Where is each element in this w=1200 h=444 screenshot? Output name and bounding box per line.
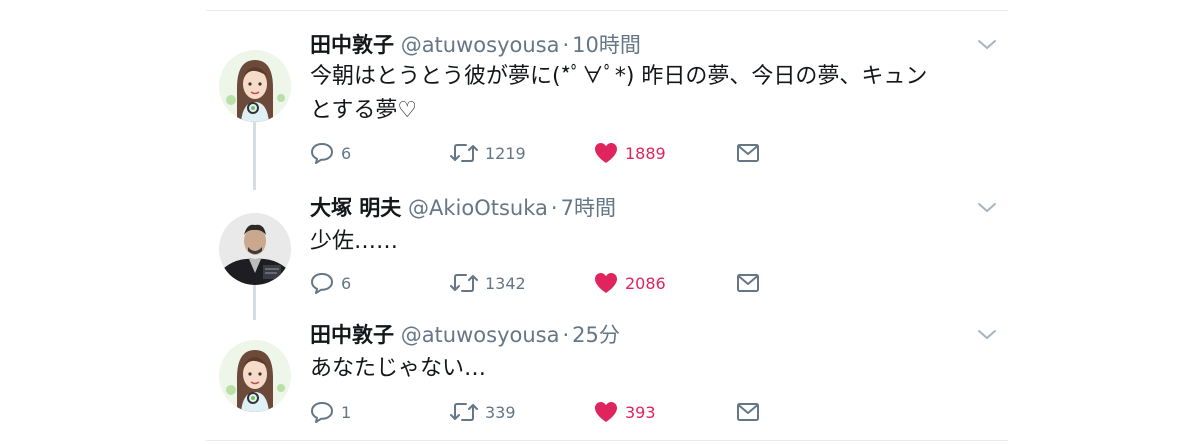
tweet-text-line: 今朝はとうとう彼が夢に(*ﾟ∀ﾟ*) 昨日の夢、今日の夢、キュン xyxy=(310,64,928,89)
reply-icon xyxy=(310,142,334,164)
handle[interactable]: @AkioOtsuka xyxy=(408,196,548,220)
reply-count: 6 xyxy=(341,273,352,293)
timestamp[interactable]: 10時間 xyxy=(572,33,641,57)
display-name[interactable]: 田中敦子 xyxy=(310,323,394,347)
retweet-count: 1219 xyxy=(485,143,526,163)
tweet-text-line: 少佐…… xyxy=(310,229,399,254)
tweet-text: 少佐…… xyxy=(310,225,990,259)
chevron-down-icon[interactable] xyxy=(976,328,998,342)
bottom-divider xyxy=(206,440,1008,441)
separator: · xyxy=(550,196,558,220)
retweet-button[interactable]: 339 xyxy=(450,399,516,425)
like-count: 393 xyxy=(625,402,656,422)
like-button[interactable]: 1889 xyxy=(594,140,666,166)
handle[interactable]: @atuwosyousa xyxy=(401,33,560,57)
like-count: 2086 xyxy=(625,273,666,293)
heart-icon xyxy=(594,142,618,164)
separator: · xyxy=(562,33,570,57)
display-name[interactable]: 大塚 明夫 xyxy=(310,196,401,220)
timestamp[interactable]: 7時間 xyxy=(561,196,616,220)
tweet-header: 田中敦子 @atuwosyousa · 25分 xyxy=(310,322,620,348)
reply-icon xyxy=(310,401,334,423)
tweet-actions: 6 1342 2086 xyxy=(310,270,770,296)
avatar[interactable] xyxy=(219,213,291,285)
heart-icon xyxy=(594,401,618,423)
tweet[interactable]: 大塚 明夫 @AkioOtsuka · 7時間 少佐…… 6 1342 2086 xyxy=(206,195,1008,295)
tweet-text: 今朝はとうとう彼が夢に(*ﾟ∀ﾟ*) 昨日の夢、今日の夢、キュン とする夢♡ xyxy=(310,60,990,128)
reply-button[interactable]: 6 xyxy=(310,140,351,166)
mail-icon xyxy=(736,143,760,163)
like-button[interactable]: 2086 xyxy=(594,270,666,296)
tweet-text: あなたじゃない… xyxy=(310,352,990,386)
reply-button[interactable]: 6 xyxy=(310,270,351,296)
retweet-icon xyxy=(450,142,478,164)
tweet[interactable]: 田中敦子 @atuwosyousa · 10時間 今朝はとうとう彼が夢に(*ﾟ∀ﾟ*… xyxy=(206,32,1008,172)
heart-icon xyxy=(594,272,618,294)
like-count: 1889 xyxy=(625,143,666,163)
timestamp[interactable]: 25分 xyxy=(572,323,620,347)
avatar[interactable] xyxy=(219,50,291,122)
reply-count: 6 xyxy=(341,143,352,163)
retweet-count: 339 xyxy=(485,402,516,422)
retweet-button[interactable]: 1219 xyxy=(450,140,526,166)
handle[interactable]: @atuwosyousa xyxy=(401,323,560,347)
mail-icon xyxy=(736,273,760,293)
display-name[interactable]: 田中敦子 xyxy=(310,33,394,57)
retweet-icon xyxy=(450,272,478,294)
chevron-down-icon[interactable] xyxy=(976,38,998,52)
tweet-text-line: あなたじゃない… xyxy=(310,356,487,381)
like-button[interactable]: 393 xyxy=(594,399,656,425)
direct-message-button[interactable] xyxy=(736,140,760,166)
separator: · xyxy=(562,323,570,347)
avatar[interactable] xyxy=(219,340,291,412)
tweet-actions: 1 339 393 xyxy=(310,399,770,425)
retweet-icon xyxy=(450,401,478,423)
retweet-button[interactable]: 1342 xyxy=(450,270,526,296)
top-divider xyxy=(206,10,1008,11)
direct-message-button[interactable] xyxy=(736,270,760,296)
tweet-text-line: とする夢♡ xyxy=(310,98,418,123)
tweet-header: 大塚 明夫 @AkioOtsuka · 7時間 xyxy=(310,195,616,221)
chevron-down-icon[interactable] xyxy=(976,201,998,215)
tweet-header: 田中敦子 @atuwosyousa · 10時間 xyxy=(310,32,641,58)
reply-icon xyxy=(310,272,334,294)
tweet[interactable]: 田中敦子 @atuwosyousa · 25分 あなたじゃない… 1 339 393 xyxy=(206,322,1008,434)
mail-icon xyxy=(736,402,760,422)
reply-count: 1 xyxy=(341,402,352,422)
direct-message-button[interactable] xyxy=(736,399,760,425)
retweet-count: 1342 xyxy=(485,273,526,293)
reply-button[interactable]: 1 xyxy=(310,399,351,425)
tweet-actions: 6 1219 1889 xyxy=(310,140,770,166)
